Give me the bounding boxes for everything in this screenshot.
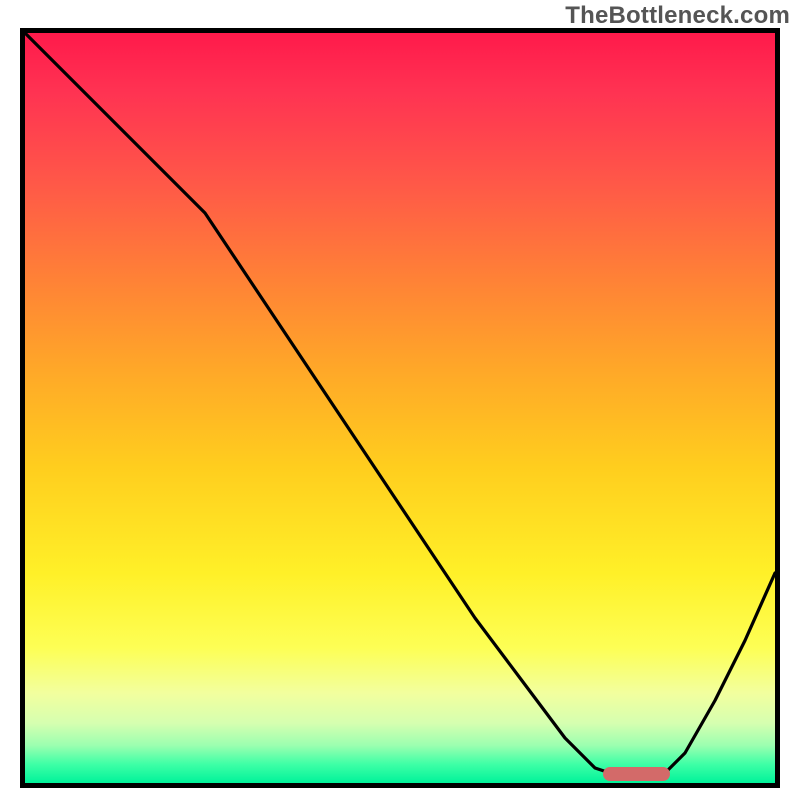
- plot-frame: [20, 28, 780, 788]
- bottleneck-curve: [25, 33, 775, 783]
- chart-container: TheBottleneck.com: [0, 0, 800, 800]
- optimal-range-marker: [603, 767, 671, 781]
- watermark-text: TheBottleneck.com: [565, 2, 790, 30]
